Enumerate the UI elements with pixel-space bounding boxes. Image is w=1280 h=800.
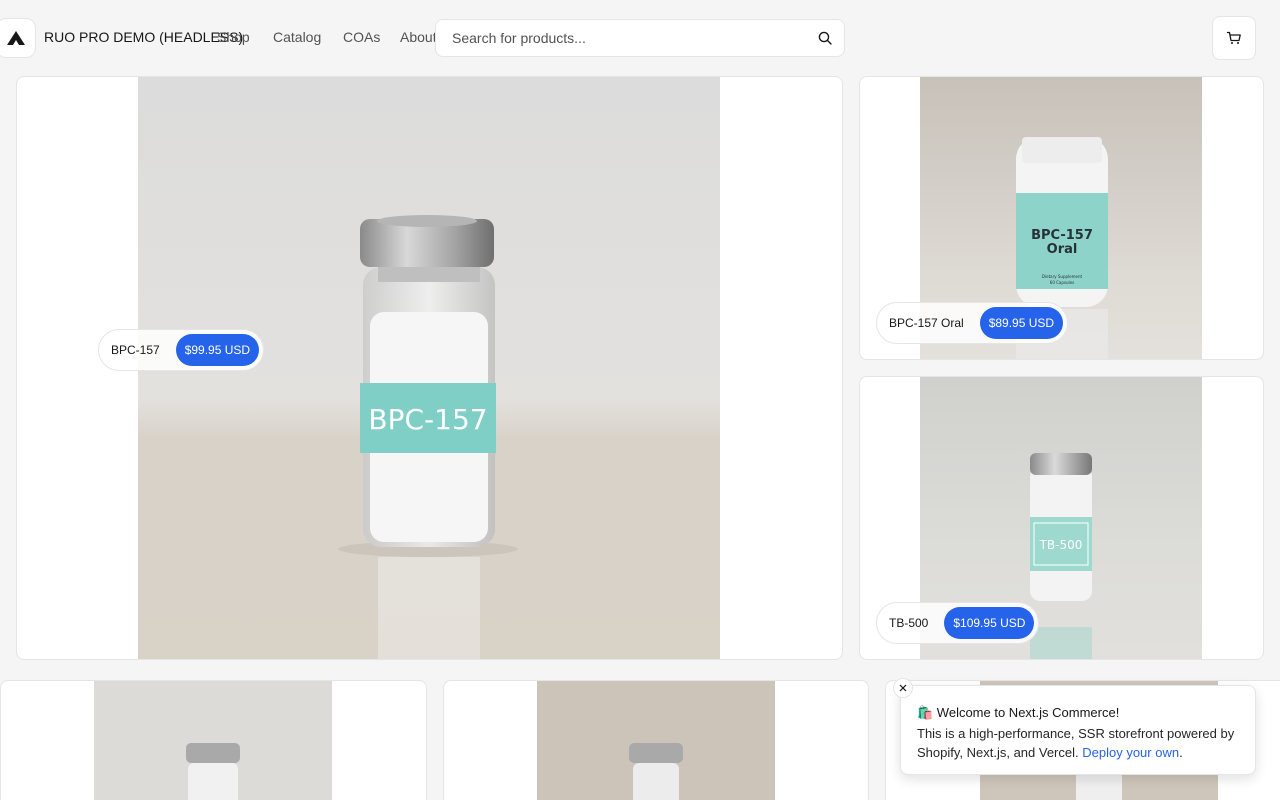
deploy-link[interactable]: Deploy your own [1082,745,1179,760]
welcome-toast: 🛍️ Welcome to Next.js Commerce! This is … [893,678,1256,775]
search-input[interactable] [436,20,796,56]
product-tile[interactable] [0,680,427,800]
product-image [537,681,775,800]
product-name: BPC-157 Oral [889,316,964,330]
product-label: TB-500 $109.95 USD [876,602,1040,644]
product-name: BPC-157 [111,343,160,357]
toast-body: This is a high-performance, SSR storefro… [917,724,1239,762]
bottle-label-line1: BPC-157 [1031,228,1093,243]
nav-catalog[interactable]: Catalog [273,29,321,45]
product-tile[interactable] [443,680,869,800]
brand-name[interactable]: RUO PRO DEMO (HEADLESS) [44,29,243,45]
toast-period: . [1179,745,1183,760]
product-price: $99.95 USD [175,334,260,366]
nav-coas[interactable]: COAs [343,29,380,45]
cart-icon [1226,31,1241,44]
product-tile-tb-500[interactable]: TB-500 TB-500 $109.95 USD [859,376,1264,660]
vial-label-text: TB-500 [1039,538,1083,552]
bottle-small-1: Dietary Supplement [1042,274,1083,279]
toast-title: 🛍️ Welcome to Next.js Commerce! [917,705,1120,720]
product-tile-bpc-157-oral[interactable]: BPC-157 Oral Dietary Supplement 60 Capsu… [859,76,1264,360]
product-tile-bpc-157[interactable]: BPC-157 BPC-157 $99.95 USD [16,76,843,660]
product-image [94,681,332,800]
vial-label-text: BPC-157 [368,403,487,436]
search-icon[interactable] [818,31,832,45]
product-label: BPC-157 $99.95 USD [98,329,265,371]
toast-close-button[interactable] [893,678,913,698]
close-icon [899,684,907,692]
product-label: BPC-157 Oral $89.95 USD [876,302,1069,344]
triangle-logo-icon [7,31,25,45]
search-bar [435,19,845,57]
product-price: $89.95 USD [979,307,1064,339]
cart-button[interactable] [1212,16,1256,60]
product-price: $109.95 USD [944,607,1035,639]
toast-body-text: This is a high-performance, SSR storefro… [917,726,1235,760]
nav-shop[interactable]: Shop [217,29,250,45]
bottle-label-line2: Oral [1047,242,1078,257]
bottle-small-2: 60 Capsules [1050,280,1074,285]
product-name: TB-500 [889,616,929,630]
store-logo[interactable] [0,18,36,58]
nav-about[interactable]: About [400,29,437,45]
